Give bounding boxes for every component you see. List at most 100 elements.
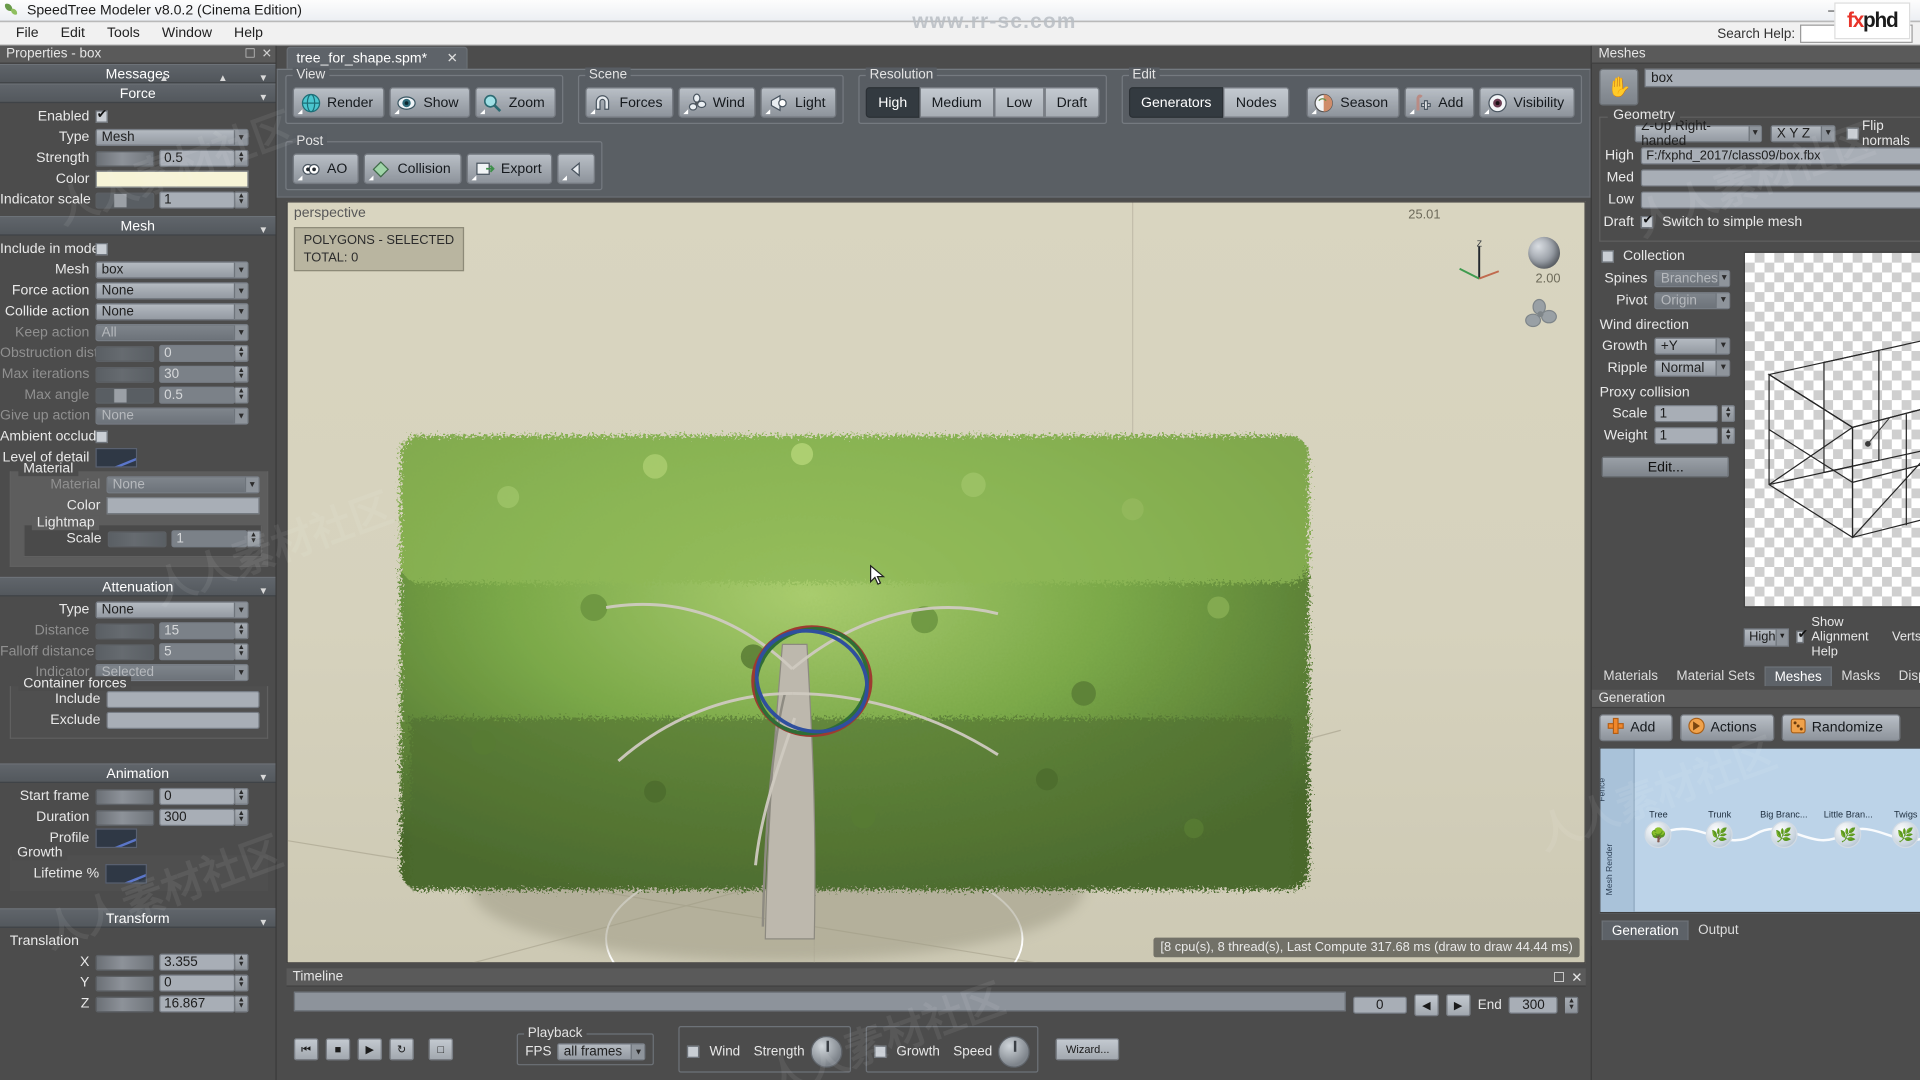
force-strength-stepper[interactable]: ▲ ▼: [235, 149, 249, 167]
translation-z-slider[interactable]: [95, 995, 155, 1012]
generation-node[interactable]: Tree 🌳: [1644, 803, 1672, 849]
wind-button[interactable]: Wind: [678, 87, 756, 118]
tab-displacements[interactable]: Displacements: [1890, 666, 1920, 687]
show-alignment-checkbox[interactable]: [1796, 628, 1808, 644]
translation-y-slider[interactable]: [95, 975, 155, 992]
menu-help[interactable]: Help: [223, 23, 274, 43]
anim-duration-stepper[interactable]: ▲ ▼: [235, 808, 249, 826]
wind-gizmo-icon[interactable]: [1524, 298, 1558, 330]
mesh-select-combo[interactable]: box ▼: [95, 261, 249, 279]
mesh-preview[interactable]: [1744, 251, 1920, 608]
messages-group-header[interactable]: ▲ Messages ▲ ▼: [0, 63, 276, 84]
preview-lod-combo[interactable]: High ▼: [1744, 627, 1789, 647]
animation-group-header[interactable]: Animation ▼: [0, 763, 276, 784]
geometry-med-field[interactable]: [1641, 168, 1920, 186]
resolution-medium-button[interactable]: Medium: [919, 87, 995, 118]
force-color-swatch[interactable]: [95, 170, 249, 188]
proxy-scale-stepper[interactable]: ▲ ▼: [1722, 404, 1736, 422]
force-group-header[interactable]: Force ▼: [0, 83, 276, 104]
anim-start-stepper[interactable]: ▲ ▼: [235, 787, 249, 806]
viewport-3d[interactable]: perspective POLYGONS - SELECTED TOTAL: 0…: [286, 201, 1587, 964]
force-enabled-checkbox[interactable]: [95, 108, 108, 123]
generation-node[interactable]: Trunk 🌿: [1706, 803, 1734, 849]
close-icon[interactable]: ✕: [447, 50, 458, 67]
add-button[interactable]: Add: [1404, 87, 1475, 118]
edit-generators-button[interactable]: Generators: [1128, 87, 1224, 118]
geometry-low-field[interactable]: [1641, 190, 1920, 209]
timeline-close-icon[interactable]: ✕: [1571, 969, 1582, 985]
timeline-end-field[interactable]: 300: [1509, 996, 1559, 1014]
anim-start-slider[interactable]: [95, 788, 155, 805]
anim-duration-value[interactable]: 300: [159, 808, 236, 826]
translation-x-value[interactable]: 3.355: [159, 953, 236, 971]
ao-button[interactable]: AO: [292, 153, 359, 185]
tab-masks[interactable]: Masks: [1832, 666, 1889, 687]
light-button[interactable]: Light: [760, 87, 837, 118]
translation-z-value[interactable]: 16.867: [159, 995, 236, 1013]
mesh-group-header[interactable]: Mesh ▼: [0, 216, 276, 236]
tab-output[interactable]: Output: [1689, 920, 1748, 941]
timeline-float-icon[interactable]: ☐: [1553, 969, 1565, 985]
timeline-stop-button[interactable]: ■: [325, 1038, 351, 1061]
timeline-frame-field[interactable]: 0: [1352, 996, 1407, 1014]
wind-ripple-combo[interactable]: Normal ▼: [1654, 358, 1731, 377]
generation-node[interactable]: Twigs 🌿: [1892, 803, 1920, 849]
menu-tools[interactable]: Tools: [96, 23, 151, 43]
back-button[interactable]: [557, 153, 596, 185]
force-indicator-slider[interactable]: [95, 192, 155, 209]
forces-button[interactable]: Forces: [585, 87, 674, 118]
atten-type-combo[interactable]: None ▼: [95, 601, 249, 619]
container-exclude-field[interactable]: [106, 711, 260, 730]
proxy-weight-value[interactable]: 1: [1654, 426, 1719, 444]
hand-tool-icon[interactable]: ✋: [1599, 68, 1639, 106]
collision-button[interactable]: Collision: [363, 153, 462, 185]
timeline-end-stepper[interactable]: ▲ ▼: [1565, 996, 1579, 1014]
tab-material-sets[interactable]: Material Sets: [1667, 666, 1764, 687]
resolution-low-button[interactable]: Low: [994, 87, 1045, 118]
tab-materials[interactable]: Materials: [1594, 666, 1667, 687]
wind-growth-combo[interactable]: +Y ▼: [1654, 336, 1731, 355]
force-type-combo[interactable]: Mesh ▼: [95, 128, 249, 147]
edit-proxy-button[interactable]: Edit...: [1602, 456, 1730, 478]
mesh-ambient-checkbox[interactable]: [95, 430, 108, 444]
resolution-high-button[interactable]: High: [865, 87, 920, 118]
xyz-combo[interactable]: X Y Z ▼: [1770, 124, 1836, 142]
axis-gizmo-icon[interactable]: Z: [1455, 237, 1504, 286]
generation-add-button[interactable]: Add: [1599, 714, 1673, 742]
timeline-record-button[interactable]: □: [428, 1038, 454, 1061]
generation-actions-button[interactable]: Actions: [1679, 714, 1774, 742]
timeline-track[interactable]: [293, 991, 1346, 1012]
properties-float-icon[interactable]: ☐: [244, 47, 255, 61]
properties-close-icon[interactable]: ✕: [262, 47, 272, 61]
edit-nodes-button[interactable]: Nodes: [1223, 87, 1289, 118]
lod-curve-icon[interactable]: [95, 447, 138, 468]
wind-enable-checkbox[interactable]: [687, 1045, 700, 1058]
material-color-swatch[interactable]: [106, 497, 260, 515]
translation-y-value[interactable]: 0: [159, 974, 236, 992]
tab-meshes[interactable]: Meshes: [1764, 666, 1832, 687]
translation-x-stepper[interactable]: ▲ ▼: [235, 953, 249, 971]
force-strength-value[interactable]: 0.5: [159, 149, 236, 167]
generation-node-graph[interactable]: Fence Mesh Render Tree 🌳 Trunk 🌿 Big Bra…: [1599, 747, 1920, 914]
timeline-step-fwd-button[interactable]: ▶: [1445, 994, 1471, 1017]
resolution-draft-button[interactable]: Draft: [1044, 87, 1100, 118]
collection-checkbox[interactable]: [1602, 249, 1615, 263]
visibility-button[interactable]: Visibility: [1479, 87, 1576, 118]
translation-z-stepper[interactable]: ▲ ▼: [235, 995, 249, 1013]
generation-node[interactable]: Little Bran... 🌿: [1824, 803, 1873, 849]
axis-combo[interactable]: Z-Up Right-handed ▼: [1635, 118, 1763, 148]
export-button[interactable]: Export: [466, 153, 553, 185]
mesh-collide-action-combo[interactable]: None ▼: [95, 303, 249, 321]
anim-start-value[interactable]: 0: [159, 787, 236, 806]
properties-scroll-area[interactable]: ▲ Messages ▲ ▼ Force ▼ Enabled Typ: [0, 63, 276, 1080]
zoom-button[interactable]: Zoom: [474, 87, 556, 118]
fps-combo[interactable]: all frames ▼: [557, 1043, 646, 1061]
document-tab[interactable]: tree_for_shape.spm* ✕: [286, 46, 468, 69]
translation-y-stepper[interactable]: ▲ ▼: [235, 974, 249, 992]
container-include-field[interactable]: [106, 690, 260, 709]
growth-enable-checkbox[interactable]: [874, 1045, 887, 1058]
timeline-rewind-button[interactable]: ⏮: [293, 1038, 319, 1061]
render-button[interactable]: Render: [292, 87, 385, 118]
mesh-name-field[interactable]: box: [1644, 68, 1920, 88]
wind-strength-dial[interactable]: [810, 1035, 843, 1068]
